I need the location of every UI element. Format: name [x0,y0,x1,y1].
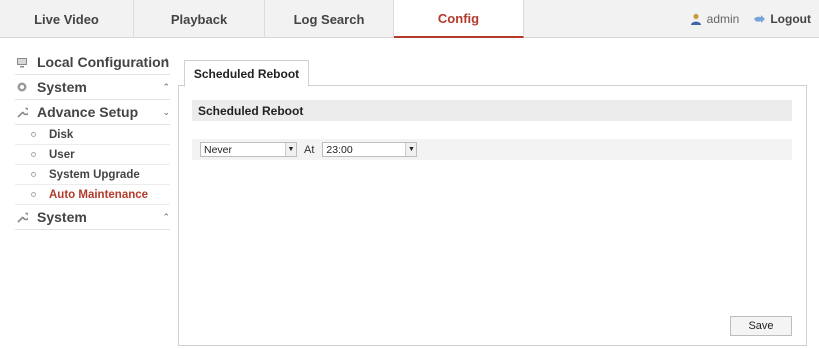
select-value: 23:00 [326,143,353,156]
user-area: admin Logout [676,0,811,38]
sidebar-item-label: System [37,209,87,225]
user-icon [690,13,707,25]
sidebar-item-label: Advance Setup [37,104,139,120]
sidebar-item-system[interactable]: System ⌃ [15,75,170,100]
dropdown-arrow-icon: ▼ [405,143,417,156]
wrench-icon [15,106,28,119]
config-panel: Scheduled Reboot Never ▼ At 23:00 ▼ Save [178,86,807,346]
sidebar-item-label: User [49,148,75,161]
sidebar-item-label: Auto Maintenance [49,188,149,201]
save-button[interactable]: Save [730,316,792,336]
monitor-icon [15,56,28,69]
user-link[interactable]: admin [690,12,740,26]
chevron-up-icon: ⌃ [162,82,170,92]
logout-icon [753,14,770,24]
sidebar-item-system-2[interactable]: System ⌃ [15,205,170,230]
wrench-icon [15,211,28,224]
sidebar-item-label: Local Configuration [37,54,170,70]
sidebar-item-system-upgrade[interactable]: System Upgrade [15,165,170,185]
select-value: Never [204,143,233,156]
chevron-up-icon: ⌃ [162,212,170,222]
tab-playback[interactable]: Playback [134,0,265,38]
sidebar-item-disk[interactable]: Disk [15,125,170,145]
sidebar: Local Configuration ⌃ System ⌃ Advance S… [0,50,178,349]
sidebar-item-label: Disk [49,128,74,141]
sidebar-item-user[interactable]: User [15,145,170,165]
sub-tab-strip: Scheduled Reboot [178,60,807,87]
reboot-time-select[interactable]: 23:00 ▼ [322,142,418,157]
bullet-icon [31,152,36,157]
tab-scheduled-reboot[interactable]: Scheduled Reboot [184,60,309,87]
sidebar-item-label: System [37,79,87,95]
bullet-icon [31,132,36,137]
tab-live-video[interactable]: Live Video [0,0,134,38]
logout-label: Logout [770,12,811,26]
section-title: Scheduled Reboot [192,100,792,121]
top-nav-bar: Live Video Playback Log Search Config ad… [0,0,819,38]
sidebar-item-local-configuration[interactable]: Local Configuration ⌃ [15,50,170,75]
tab-config[interactable]: Config [394,0,524,38]
bullet-icon [31,192,36,197]
at-label: At [304,143,315,156]
reboot-schedule-row: Never ▼ At 23:00 ▼ [192,139,792,160]
gear-icon [15,81,28,94]
logout-button[interactable]: Logout [753,12,811,26]
sidebar-item-label: System Upgrade [49,168,140,181]
reboot-frequency-select[interactable]: Never ▼ [200,142,297,157]
dropdown-arrow-icon: ▼ [285,143,296,156]
sidebar-item-advance-setup[interactable]: Advance Setup ⌄ [15,100,170,125]
chevron-down-icon: ⌄ [162,107,170,117]
bullet-icon [31,172,36,177]
username-label: admin [706,12,740,26]
chevron-up-icon: ⌃ [162,57,170,67]
tab-log-search[interactable]: Log Search [265,0,394,38]
sidebar-item-auto-maintenance[interactable]: Auto Maintenance [15,185,170,205]
